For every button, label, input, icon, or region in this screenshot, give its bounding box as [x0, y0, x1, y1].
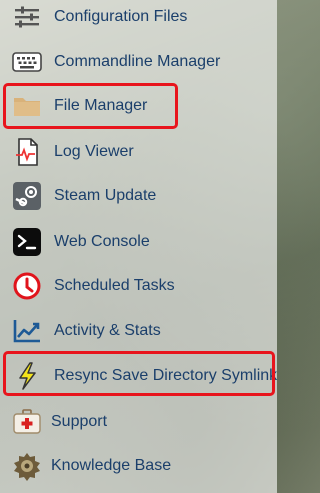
menu-item-commandline-manager[interactable]: Commandline Manager — [0, 42, 277, 82]
menu-item-activity-stats[interactable]: Activity & Stats — [0, 311, 277, 351]
menu-item-scheduled-tasks[interactable]: Scheduled Tasks — [0, 266, 277, 306]
menu-item-resync-save-directory-symlink[interactable]: Resync Save Directory Symlink — [0, 356, 277, 396]
lightning-icon — [11, 360, 43, 392]
menu-item-label: Support — [51, 413, 108, 430]
first-aid-kit-icon — [11, 406, 43, 438]
menu-item-label: Web Console — [54, 233, 150, 250]
menu-item-support[interactable]: Support — [0, 402, 277, 442]
steam-icon — [11, 180, 43, 212]
clock-icon — [11, 270, 43, 302]
menu-item-steam-update[interactable]: Steam Update — [0, 176, 277, 216]
menu-item-label: Log Viewer — [54, 143, 134, 160]
terminal-icon — [11, 226, 43, 258]
menu-item-label: Commandline Manager — [54, 53, 221, 70]
menu-item-log-viewer[interactable]: Log Viewer — [0, 132, 277, 172]
menu-item-label: Steam Update — [54, 187, 157, 204]
menu-item-file-manager[interactable]: File Manager — [0, 86, 277, 126]
menu-item-label: File Manager — [54, 97, 148, 114]
log-file-icon — [11, 136, 43, 168]
menu-item-label: Configuration Files — [54, 8, 188, 25]
sliders-icon — [11, 1, 43, 33]
menu-item-configuration-files[interactable]: Configuration Files — [0, 0, 277, 37]
menu-item-label: Activity & Stats — [54, 322, 161, 339]
menu-item-label: Knowledge Base — [51, 457, 172, 474]
menu-item-label: Resync Save Directory Symlink — [54, 367, 278, 384]
chart-icon — [11, 315, 43, 347]
keyboard-icon — [11, 46, 43, 78]
folder-icon — [11, 90, 43, 122]
sidebar-menu: Configuration Files Commandline Manager — [0, 0, 277, 493]
knowledge-base-icon — [11, 450, 43, 482]
menu-item-knowledge-base[interactable]: Knowledge Base — [0, 446, 277, 486]
menu-item-web-console[interactable]: Web Console — [0, 222, 277, 262]
menu-item-label: Scheduled Tasks — [54, 277, 175, 294]
